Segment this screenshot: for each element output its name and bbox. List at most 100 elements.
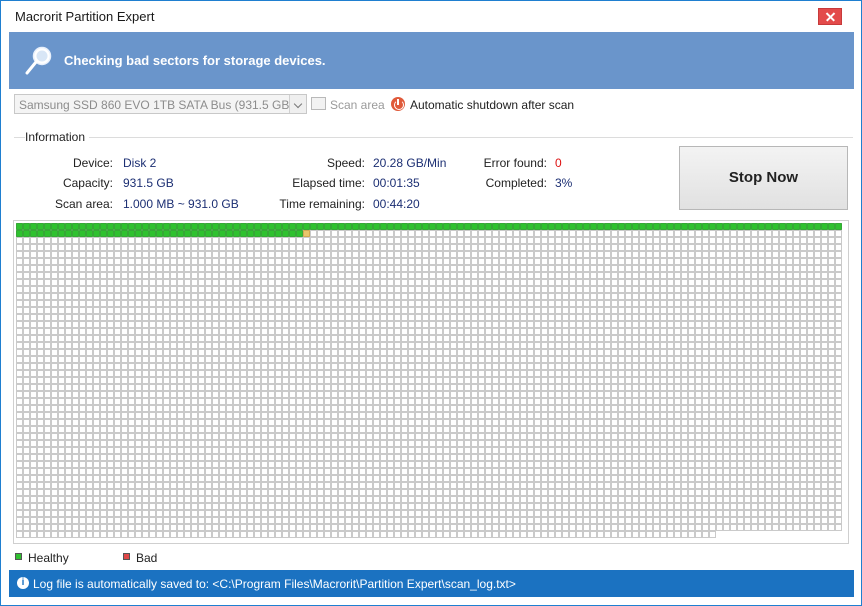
sector-cell xyxy=(415,223,422,230)
sector-cell xyxy=(401,433,408,440)
sector-cell xyxy=(408,370,415,377)
sector-cell xyxy=(331,391,338,398)
sector-cell xyxy=(387,251,394,258)
sector-cell xyxy=(303,468,310,475)
sector-cell xyxy=(394,468,401,475)
sector-cell xyxy=(289,405,296,412)
sector-cell xyxy=(716,447,723,454)
sector-cell xyxy=(184,321,191,328)
sector-cell xyxy=(401,349,408,356)
sector-cell xyxy=(58,328,65,335)
sector-cell xyxy=(219,405,226,412)
sector-cell xyxy=(807,489,814,496)
sector-cell xyxy=(723,342,730,349)
sector-cell xyxy=(751,300,758,307)
sector-cell xyxy=(541,447,548,454)
sector-cell xyxy=(520,426,527,433)
sector-cell xyxy=(765,349,772,356)
sector-cell xyxy=(695,489,702,496)
sector-cell xyxy=(240,482,247,489)
sector-cell xyxy=(765,510,772,517)
sector-cell xyxy=(541,489,548,496)
sector-cell xyxy=(107,258,114,265)
sector-cell xyxy=(380,265,387,272)
sector-cell xyxy=(205,447,212,454)
sector-cell xyxy=(233,342,240,349)
sector-cell xyxy=(716,237,723,244)
sector-cell xyxy=(478,433,485,440)
chevron-down-icon[interactable] xyxy=(289,95,306,113)
sector-cell xyxy=(72,461,79,468)
sector-cell xyxy=(58,391,65,398)
sector-cell xyxy=(814,335,821,342)
sector-cell xyxy=(72,300,79,307)
sector-cell xyxy=(541,503,548,510)
sector-cell xyxy=(37,223,44,230)
sector-cell xyxy=(618,489,625,496)
device-select[interactable]: Samsung SSD 860 EVO 1TB SATA Bus (931.5 … xyxy=(14,94,307,114)
sector-cell xyxy=(373,370,380,377)
sector-cell xyxy=(247,370,254,377)
sector-cell xyxy=(191,286,198,293)
sector-cell xyxy=(807,265,814,272)
sector-cell xyxy=(394,286,401,293)
sector-cell xyxy=(296,307,303,314)
sector-cell xyxy=(513,440,520,447)
sector-cell xyxy=(86,447,93,454)
sector-cell xyxy=(16,356,23,363)
sector-cell xyxy=(541,349,548,356)
sector-cell xyxy=(58,489,65,496)
sector-cell xyxy=(366,454,373,461)
sector-cell xyxy=(646,237,653,244)
sector-cell xyxy=(107,391,114,398)
sector-cell xyxy=(779,412,786,419)
sector-cell xyxy=(744,363,751,370)
sector-cell xyxy=(184,475,191,482)
sector-cell xyxy=(93,251,100,258)
sector-cell xyxy=(296,489,303,496)
sector-cell xyxy=(191,230,198,237)
sector-cell xyxy=(121,489,128,496)
sector-cell xyxy=(800,468,807,475)
sector-cell xyxy=(520,244,527,251)
sector-cell xyxy=(198,237,205,244)
sector-cell xyxy=(163,433,170,440)
sector-cell xyxy=(828,349,835,356)
sector-cell xyxy=(275,370,282,377)
sector-cell xyxy=(716,454,723,461)
sector-cell xyxy=(527,321,534,328)
sector-cell xyxy=(835,363,842,370)
sector-cell xyxy=(541,272,548,279)
stop-now-button[interactable]: Stop Now xyxy=(679,146,848,210)
sector-cell xyxy=(128,426,135,433)
sector-cell xyxy=(786,293,793,300)
close-icon[interactable] xyxy=(818,8,842,25)
sector-cell xyxy=(37,426,44,433)
sector-cell xyxy=(93,223,100,230)
sector-cell xyxy=(23,230,30,237)
sector-cell xyxy=(380,272,387,279)
sector-cell xyxy=(366,307,373,314)
sector-cell xyxy=(16,489,23,496)
sector-cell xyxy=(184,356,191,363)
sector-cell xyxy=(380,398,387,405)
sector-cell xyxy=(303,265,310,272)
sector-cell xyxy=(282,405,289,412)
sector-cell xyxy=(548,482,555,489)
sector-cell xyxy=(254,447,261,454)
sector-cell xyxy=(149,440,156,447)
sector-cell xyxy=(520,398,527,405)
sector-cell xyxy=(506,496,513,503)
sector-cell xyxy=(114,482,121,489)
sector-cell xyxy=(401,384,408,391)
sector-cell xyxy=(205,272,212,279)
sector-cell xyxy=(562,307,569,314)
sector-cell xyxy=(212,258,219,265)
sector-cell xyxy=(513,300,520,307)
sector-cell xyxy=(121,405,128,412)
sector-cell xyxy=(30,279,37,286)
sector-cell xyxy=(772,363,779,370)
sector-cell xyxy=(275,482,282,489)
sector-cell xyxy=(226,272,233,279)
sector-cell xyxy=(534,293,541,300)
